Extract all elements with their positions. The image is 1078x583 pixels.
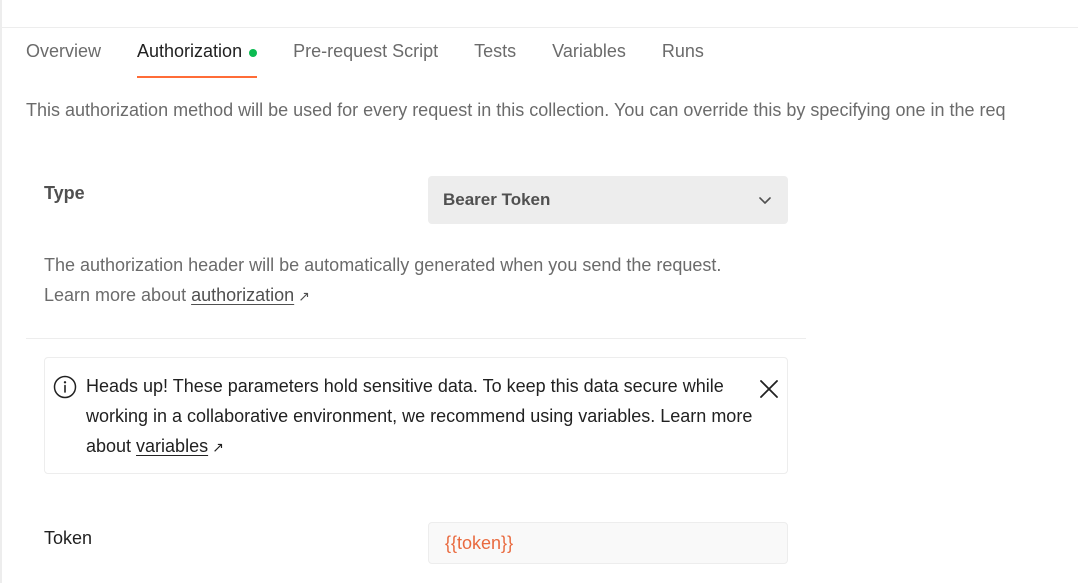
- chevron-down-icon: [759, 197, 771, 204]
- tab-label: Runs: [661, 41, 704, 61]
- tab-label: Pre-request Script: [293, 41, 439, 61]
- tab-overview[interactable]: Overview: [26, 38, 101, 78]
- token-label: Token: [44, 528, 93, 548]
- tab-label: Variables: [552, 41, 626, 61]
- close-icon[interactable]: [758, 378, 780, 400]
- left-edge-divider: [0, 0, 2, 583]
- external-link-arrow-icon: ↗: [298, 288, 310, 304]
- auth-help-text: The authorization header will be automat…: [44, 250, 724, 311]
- tab-runs[interactable]: Runs: [662, 38, 704, 78]
- tab-pre-request-script[interactable]: Pre-request Script: [293, 38, 438, 78]
- authorization-docs-link[interactable]: authorization: [191, 285, 294, 305]
- tab-authorization[interactable]: Authorization: [137, 38, 258, 78]
- auth-type-value: Bearer Token: [443, 190, 551, 209]
- token-input[interactable]: [428, 522, 788, 564]
- info-icon: [53, 375, 77, 399]
- auth-type-select[interactable]: Bearer Token: [428, 176, 788, 224]
- auth-description: This authorization method will be used f…: [26, 100, 1006, 120]
- tab-label: Tests: [474, 41, 517, 61]
- collection-tabs: Overview Authorization Pre-request Scrip…: [26, 38, 740, 78]
- variables-docs-link[interactable]: variables: [136, 436, 208, 456]
- type-label: Type: [44, 183, 85, 203]
- top-header-strip: [2, 0, 1078, 28]
- tab-tests[interactable]: Tests: [474, 38, 516, 78]
- tab-label: Overview: [26, 41, 102, 61]
- tab-label: Authorization: [137, 41, 243, 61]
- alert-message: Heads up! These parameters hold sensitiv…: [86, 371, 756, 462]
- status-dot-icon: [249, 49, 258, 57]
- external-link-arrow-icon: ↗: [212, 439, 224, 455]
- tab-variables[interactable]: Variables: [552, 38, 626, 78]
- help-text-prefix: The authorization header will be automat…: [44, 255, 722, 305]
- sensitive-data-alert: Heads up! These parameters hold sensitiv…: [44, 357, 788, 474]
- section-divider: [26, 338, 806, 339]
